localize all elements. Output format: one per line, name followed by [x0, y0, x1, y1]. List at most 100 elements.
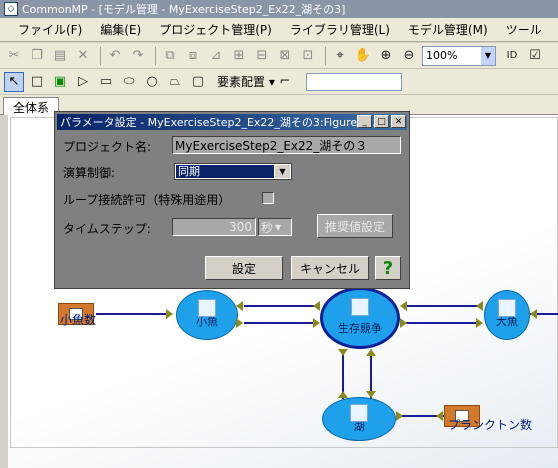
toolbar-field[interactable] — [305, 72, 402, 91]
rect-green-tool-icon[interactable]: ▣ — [50, 72, 70, 92]
menu-library[interactable]: ライブラリ管理(L) — [290, 21, 390, 38]
ungroup-icon[interactable]: ⧈ — [183, 46, 203, 66]
small-fish-node[interactable]: 小魚 — [176, 290, 238, 340]
recommend-button: 推奨値設定 — [317, 214, 393, 238]
menu-project[interactable]: プロジェクト管理(P) — [159, 21, 272, 38]
element-icon — [351, 298, 369, 316]
check-icon[interactable]: ☑ — [525, 46, 545, 66]
competition-label: 生存競争 — [338, 322, 382, 335]
delete-icon[interactable]: ✕ — [73, 46, 93, 66]
layout-dropdown[interactable]: 要素配置 ▾ — [217, 73, 275, 90]
pan-icon[interactable]: ✋ — [353, 46, 373, 66]
menu-tools[interactable]: ツール — [506, 21, 542, 38]
cut-icon[interactable]: ✂ — [4, 46, 24, 66]
dialog-title-bar[interactable]: パラメータ設定 - MyExerciseStep2_Ex22_湖その3:Figu… — [57, 114, 407, 130]
port-out-icon[interactable] — [313, 318, 320, 328]
align2-icon[interactable]: ⊞ — [229, 46, 249, 66]
menu-bar: ファイル(F) 編集(E) プロジェクト管理(P) ライブラリ管理(L) モデル… — [0, 18, 558, 42]
help-button[interactable]: ? — [375, 256, 401, 280]
lake-node[interactable]: 湖 — [322, 397, 396, 441]
menu-model[interactable]: モデル管理(M) — [408, 21, 488, 38]
triangle-tool-icon[interactable]: ▷ — [73, 72, 93, 92]
port-out-icon[interactable] — [166, 309, 173, 319]
select-tool-icon[interactable]: ⌖ — [330, 46, 350, 66]
zoom-in-icon[interactable]: ⊕ — [376, 46, 396, 66]
undo-icon[interactable]: ↶ — [105, 46, 125, 66]
port-out-icon[interactable] — [476, 318, 483, 328]
element-icon — [350, 404, 368, 422]
parameter-dialog: パラメータ設定 - MyExerciseStep2_Ex22_湖その3:Figu… — [54, 111, 410, 289]
dialog-window-buttons: _ □ ✕ — [357, 115, 406, 128]
align5-icon[interactable]: ⊡ — [298, 46, 318, 66]
toolbar-separator — [155, 46, 156, 65]
align3-icon[interactable]: ⊟ — [252, 46, 272, 66]
menu-edit[interactable]: 編集(E) — [100, 21, 141, 38]
port-in-icon[interactable] — [313, 301, 320, 311]
chevron-down-icon[interactable]: ▼ — [275, 165, 290, 178]
cancel-button[interactable]: キャンセル — [291, 256, 369, 280]
ellipse-tool-icon[interactable]: ⬭ — [119, 72, 139, 92]
plankton-count-label: プランクトン数 — [448, 418, 533, 432]
port-out-icon[interactable] — [236, 318, 243, 328]
port-in-icon[interactable] — [236, 301, 243, 311]
drawing-toolbar: ↖ □ ▣ ▷ ▭ ⬭ ○ ⏢ ▢ 要素配置 ▾ ⌐ — [0, 69, 558, 95]
window-title: CommonMP - [モデル管理 - MyExerciseStep2_Ex22… — [22, 3, 346, 16]
large-fish-node[interactable]: 大魚 — [484, 290, 530, 340]
wire-small-competition-top — [244, 305, 314, 307]
wire-competition-large-top — [406, 305, 478, 307]
port-out-icon[interactable] — [366, 391, 376, 398]
zoom-out-icon[interactable]: ⊖ — [399, 46, 419, 66]
timestep-label: タイムステップ: — [63, 222, 151, 236]
port-in-icon[interactable] — [338, 391, 348, 398]
project-name-field: MyExerciseStep2_Ex22_湖その３ — [172, 136, 401, 154]
redo-icon[interactable]: ↷ — [128, 46, 148, 66]
port-out-icon[interactable] — [396, 411, 403, 421]
dialog-title: パラメータ設定 - MyExerciseStep2_Ex22_湖その3:Figu… — [60, 116, 376, 129]
port-out-icon[interactable] — [400, 318, 407, 328]
rounded-rect-tool-icon[interactable]: ▢ — [188, 72, 208, 92]
element-icon — [198, 299, 216, 317]
align4-icon[interactable]: ⊠ — [275, 46, 295, 66]
toolbar-separator — [325, 46, 326, 65]
id-icon[interactable]: ID — [502, 46, 522, 66]
loop-connection-label: ループ接続許可（特殊用途用） — [63, 193, 231, 207]
port-in-icon[interactable] — [476, 301, 483, 311]
menu-file[interactable]: ファイル(F) — [18, 21, 82, 38]
circle-tool-icon[interactable]: ○ — [142, 72, 162, 92]
chevron-down-icon[interactable]: ▼ — [481, 46, 495, 65]
port-in-icon[interactable] — [400, 301, 407, 311]
copy-icon[interactable]: ❐ — [27, 46, 47, 66]
tab-whole-system[interactable]: 全体系 — [3, 97, 59, 116]
connector-icon[interactable]: ⌐ — [275, 72, 295, 92]
ok-button[interactable]: 設定 — [205, 256, 283, 280]
port-in-icon[interactable] — [530, 309, 537, 319]
maximize-icon[interactable]: □ — [374, 115, 389, 128]
close-icon[interactable]: ✕ — [391, 115, 406, 128]
project-name-label: プロジェクト名: — [63, 140, 152, 154]
loop-connection-checkbox[interactable] — [262, 192, 274, 204]
trapezoid-tool-icon[interactable]: ⏢ — [165, 72, 185, 92]
square-tool-icon[interactable]: ▭ — [96, 72, 116, 92]
title-bar: ◇ CommonMP - [モデル管理 - MyExerciseStep2_Ex… — [0, 0, 558, 18]
competition-node[interactable]: 生存競争 — [320, 287, 400, 349]
chevron-down-icon: ▼ — [275, 222, 282, 232]
paste-icon[interactable]: ▤ — [50, 46, 70, 66]
pointer-tool-icon[interactable]: ↖ — [4, 71, 24, 92]
calc-control-select[interactable]: 同期 ▼ — [174, 163, 292, 180]
timestep-value: 300 — [229, 220, 252, 234]
zoom-select[interactable]: 100% ▼ — [422, 45, 496, 66]
align-icon[interactable]: ⊿ — [206, 46, 226, 66]
help-icon: ? — [382, 257, 394, 279]
minimize-icon[interactable]: _ — [357, 115, 372, 128]
port-in-icon[interactable] — [366, 349, 376, 356]
element-icon — [498, 299, 516, 317]
small-fish-count-label: 小魚数 — [60, 313, 97, 327]
port-out-icon[interactable] — [338, 349, 348, 356]
wire-competition-large-bottom — [406, 322, 478, 324]
group-icon[interactable]: ⧉ — [160, 46, 180, 66]
rect-tool-icon[interactable]: □ — [27, 72, 47, 92]
timestep-field: 300 — [172, 218, 256, 236]
main-toolbar: ✂ ❐ ▤ ✕ ↶ ↷ ⧉ ⧈ ⊿ ⊞ ⊟ ⊠ ⊡ ⌖ ✋ ⊕ ⊖ 100% ▼… — [0, 43, 558, 69]
app-icon: ◇ — [4, 2, 18, 16]
port-in-icon[interactable] — [436, 411, 443, 421]
